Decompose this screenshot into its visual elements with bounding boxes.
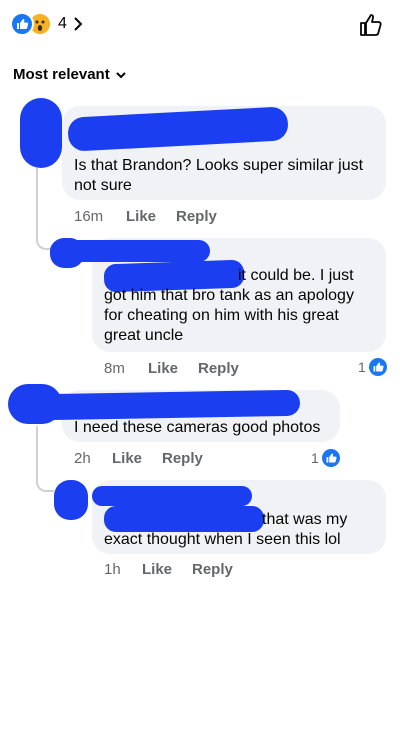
comment-text-line: Is that Brandon? Looks super similar jus… (74, 157, 364, 174)
comment-reaction-count: 1 (358, 359, 366, 375)
like-icon (321, 449, 340, 467)
comment-text-line: it could be. I just (238, 267, 354, 284)
comment-meta: 16m Like Reply (74, 208, 274, 226)
comment-time: 2h (74, 450, 91, 467)
comment-reaction-badge[interactable]: 1 (311, 449, 340, 467)
sort-dropdown[interactable]: Most relevant (13, 66, 126, 83)
like-link[interactable]: Like (112, 450, 142, 467)
reply-link[interactable]: Reply (192, 561, 233, 578)
like-link[interactable]: Like (142, 561, 172, 578)
redacted-author (39, 389, 301, 421)
comment-time: 8m (104, 360, 125, 377)
redacted-author (50, 240, 210, 262)
comment-text-line: not sure (74, 177, 132, 194)
reply-link[interactable]: Reply (176, 208, 217, 225)
chevron-down-icon (115, 71, 126, 78)
like-outline-icon[interactable] (358, 12, 384, 38)
comment-text-line: for cheating on him with his great (104, 307, 339, 324)
reaction-summary[interactable]: 4 (10, 12, 83, 36)
comment-text-line: great uncle (104, 327, 184, 344)
comment-time: 1h (104, 561, 121, 578)
comment-text-line: I need these cameras good photos (74, 419, 321, 436)
comment-text-line: that was my (262, 511, 348, 528)
redacted-author (92, 486, 252, 506)
comment-meta: 1h Like Reply (104, 561, 304, 579)
reply-link[interactable]: Reply (198, 360, 239, 377)
comment-reaction-count: 1 (311, 450, 319, 466)
thread-connector (36, 168, 54, 250)
reply-link[interactable]: Reply (162, 450, 203, 467)
sort-label: Most relevant (13, 66, 110, 83)
comment-meta: 8m Like Reply (104, 360, 304, 378)
comment-meta: 2h Like Reply (74, 450, 274, 468)
reaction-count: 4 (58, 15, 67, 32)
avatar[interactable] (54, 480, 88, 520)
comment-text-line: exact thought when I seen this lol (104, 531, 341, 548)
comment-time: 16m (74, 208, 104, 225)
thread-connector (36, 426, 54, 492)
like-icon (10, 12, 34, 36)
like-link[interactable]: Like (126, 208, 156, 225)
comment-reaction-badge[interactable]: 1 (358, 358, 387, 376)
like-link[interactable]: Like (148, 360, 178, 377)
redacted-mention (104, 506, 264, 532)
avatar[interactable] (20, 98, 62, 168)
comment-text-line: got him that bro tank as an apology (104, 287, 354, 304)
chevron-right-icon (74, 17, 83, 31)
like-icon (368, 358, 387, 376)
